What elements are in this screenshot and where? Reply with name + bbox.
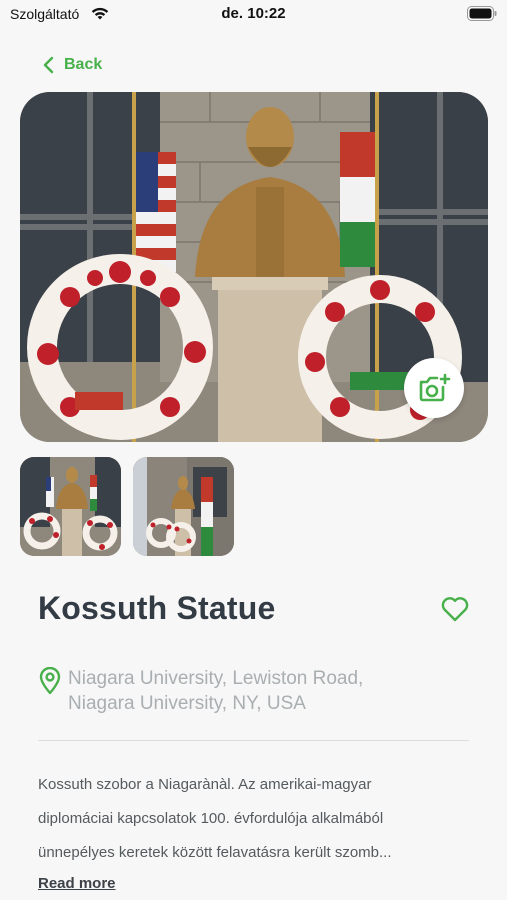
add-photo-icon	[419, 373, 451, 402]
place-address: Niagara University, Lewiston Road, Niaga…	[68, 666, 363, 716]
thumbnail-image	[133, 457, 234, 556]
place-description: Kossuth szobor a Niagarànàl. Az amerikai…	[38, 768, 468, 870]
place-title: Kossuth Statue	[38, 590, 276, 626]
description-line-1: Kossuth szobor a Niagarànàl. Az amerikai…	[38, 776, 372, 793]
add-photo-button[interactable]	[404, 358, 464, 418]
read-more-link[interactable]: Read more	[38, 875, 116, 892]
back-button[interactable]: Back	[42, 52, 102, 78]
chevron-left-icon	[43, 56, 54, 74]
status-bar: Szolgáltató de. 10:22	[0, 0, 507, 30]
gallery-thumbnail-1[interactable]	[20, 457, 121, 556]
back-label: Back	[64, 56, 103, 73]
description-line-2: diplomáciai kapcsolatok 100. évfordulója…	[38, 810, 384, 827]
address-line-1: Niagara University, Lewiston Road,	[68, 668, 364, 689]
thumbnail-image	[20, 457, 121, 556]
hero-photo[interactable]	[20, 92, 488, 442]
address-line-2: Niagara University, NY, USA	[68, 693, 306, 714]
gallery-thumbnail-2[interactable]	[133, 457, 234, 556]
heart-icon[interactable]	[440, 595, 470, 623]
status-time: de. 10:22	[221, 5, 286, 22]
divider	[38, 740, 469, 741]
location-pin-icon	[39, 667, 61, 695]
battery-icon	[467, 6, 497, 21]
description-line-3: ünnepélyes keretek között felavatásra ke…	[38, 844, 392, 861]
